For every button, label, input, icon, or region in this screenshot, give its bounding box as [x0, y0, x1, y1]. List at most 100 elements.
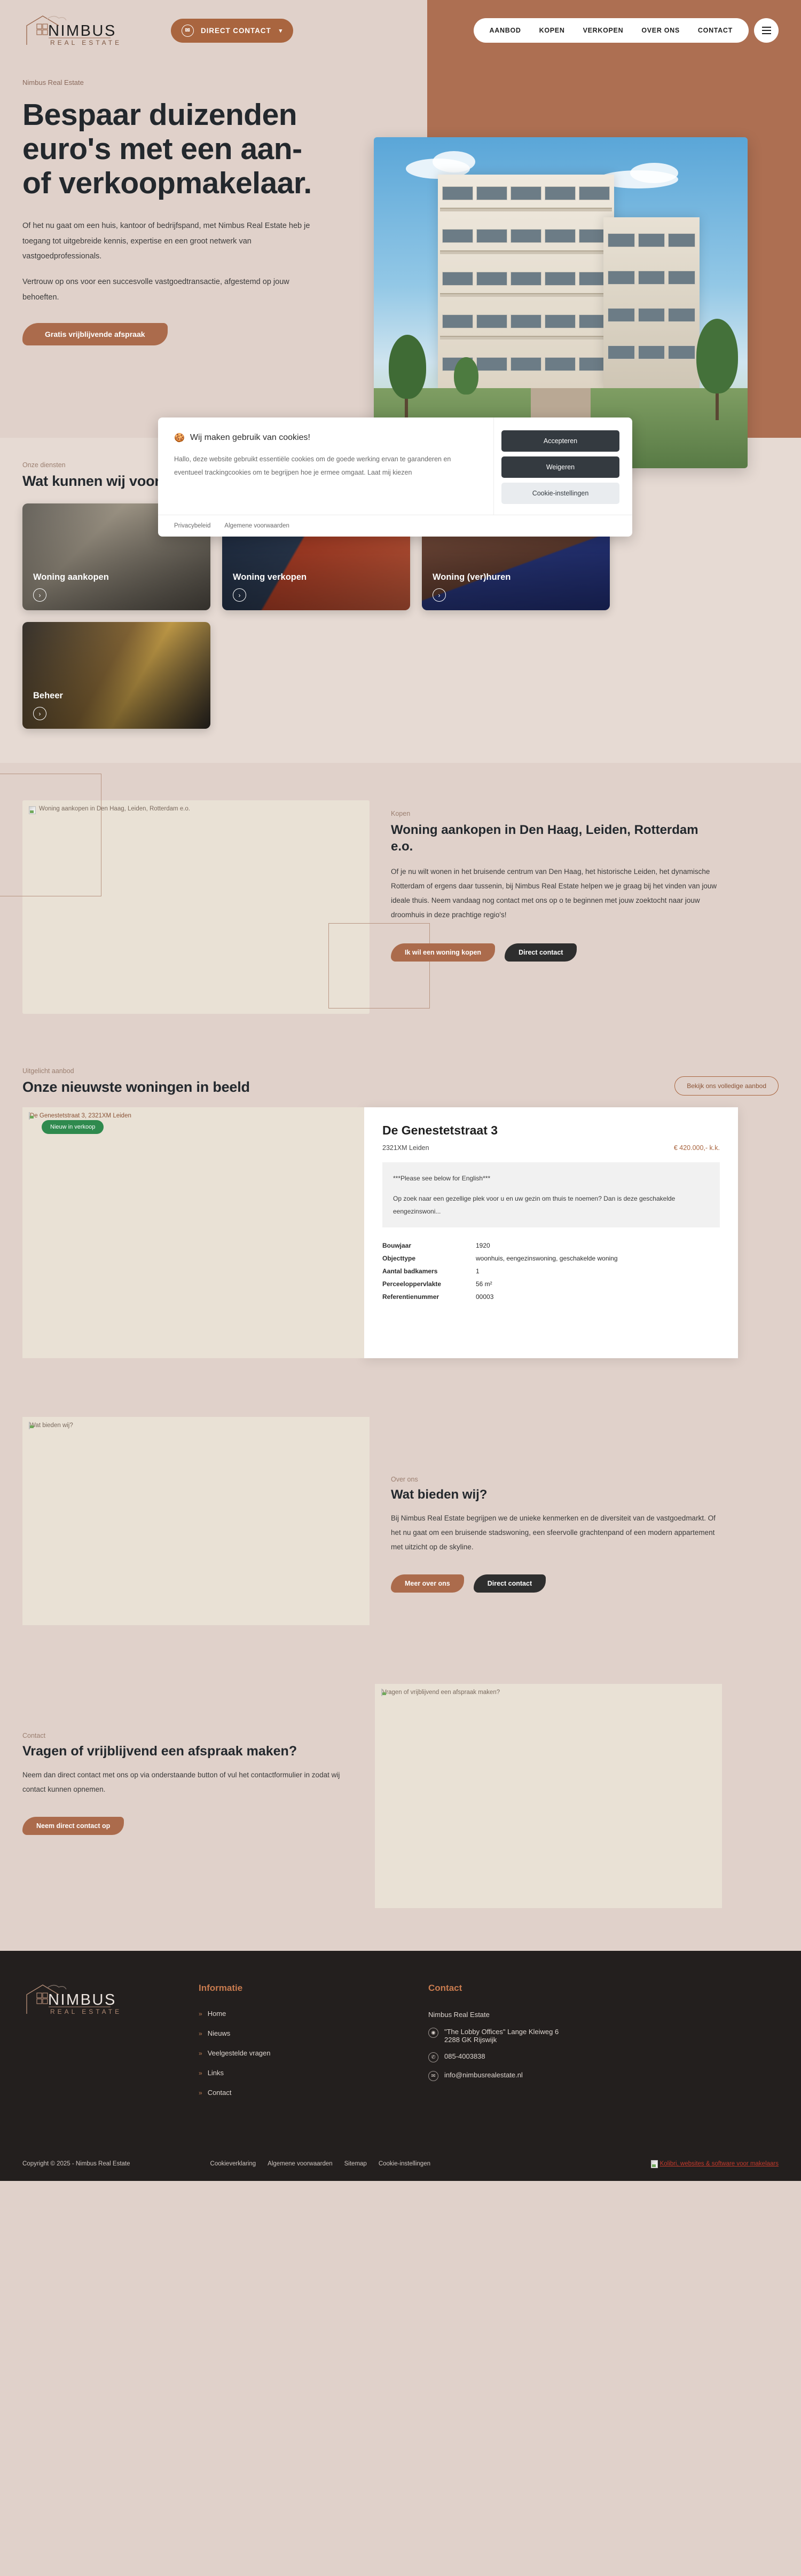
footer-contact-heading: Contact — [428, 1983, 462, 1993]
listing-detail-card[interactable]: De Genestetstraat 3 2321XM Leiden € 420.… — [364, 1107, 738, 1358]
footer-info-heading: Informatie — [199, 1983, 243, 1993]
footer-logo[interactable]: NIMBUS REAL ESTATE — [22, 1983, 199, 2108]
listing-title: De Genestetstraat 3 — [382, 1123, 498, 1137]
location-pin-icon: ◉ — [428, 2027, 438, 2038]
broken-image-icon — [29, 806, 36, 814]
footer-credit-link[interactable]: Kolibri, websites & software voor makela… — [660, 2161, 779, 2167]
spec-key: Objecttype — [382, 1255, 416, 1262]
kopen-copy: Kopen Woning aankopen in Den Haag, Leide… — [391, 800, 722, 1014]
spec-value: 56 m² — [476, 1280, 492, 1288]
decorative-rectangle-right — [328, 923, 430, 1009]
chevron-right-circle-icon: › — [233, 588, 246, 602]
cookie-accept-button[interactable]: Accepteren — [501, 430, 619, 452]
logo-mark: NIMBUS REAL ESTATE — [26, 15, 119, 46]
contact-cta-button[interactable]: Neem direct contact op — [22, 1817, 124, 1835]
kopen-eyebrow: Kopen — [391, 810, 411, 817]
chevron-down-icon: ▾ — [279, 27, 283, 34]
chevron-double-right-icon: » — [199, 2049, 202, 2057]
footer-email[interactable]: info@nimbusrealestate.nl — [444, 2071, 523, 2079]
footer-email-row[interactable]: ✉ info@nimbusrealestate.nl — [428, 2070, 658, 2081]
cookie-privacy-link[interactable]: Privacybeleid — [174, 523, 210, 529]
over-ons-secondary-button[interactable]: Direct contact — [473, 1574, 546, 1593]
hero-paragraph-2: Vertrouw op ons voor een succesvolle vas… — [22, 278, 289, 302]
service-card-label: Woning (ver)huren — [433, 572, 511, 582]
footer-address-line-1: "The Lobby Offices" Lange Kleiweg 6 — [444, 2027, 559, 2036]
footer-address-line-2: 2288 GK Rijswijk — [444, 2035, 497, 2044]
footer-link-contact[interactable]: » Contact — [199, 2089, 428, 2097]
direct-contact-button[interactable]: ✉ DIRECT CONTACT ▾ — [171, 18, 294, 43]
hero-eyebrow: Nimbus Real Estate — [22, 78, 84, 86]
contact-paragraph: Neem dan direct contact met ons op via o… — [22, 1771, 340, 1793]
table-row: Perceeloppervlakte 56 m² — [382, 1278, 720, 1290]
footer-company-name: Nimbus Real Estate — [428, 2011, 490, 2019]
kopen-primary-button[interactable]: Ik wil een woning kopen — [391, 943, 496, 962]
spec-value: woonhuis, eengezinswoning, geschakelde w… — [476, 1255, 618, 1262]
cookie-deny-button[interactable]: Weigeren — [501, 456, 619, 478]
listing-desc-line-2: Op zoek naar een gezellige plek voor u e… — [393, 1195, 676, 1215]
nav-item-verkopen[interactable]: VERKOPEN — [583, 27, 624, 34]
cookie-consent-dialog: 🍪 Wij maken gebruik van cookies! Hallo, … — [158, 417, 632, 537]
over-ons-primary-button[interactable]: Meer over ons — [391, 1574, 464, 1593]
nav-pill: AANBOD KOPEN VERKOPEN OVER ONS CONTACT — [473, 18, 749, 43]
footer-bottom-link-algemene-voorwaarden[interactable]: Algemene voorwaarden — [268, 2161, 332, 2167]
chevron-double-right-icon: » — [199, 2029, 202, 2037]
broken-image-icon — [381, 1689, 382, 1696]
decorative-rectangle-left — [0, 774, 101, 896]
service-card-label: Beheer — [33, 691, 63, 700]
mail-icon: ✉ — [428, 2070, 438, 2081]
over-ons-eyebrow: Over ons — [391, 1476, 418, 1483]
over-ons-image-placeholder: Wat bieden wij? — [22, 1417, 370, 1625]
hero-title: Bespaar duizenden euro's met een aan- of… — [22, 98, 312, 200]
chevron-double-right-icon: » — [199, 2089, 202, 2097]
footer-bottom-link-cookieverklaring[interactable]: Cookieverklaring — [210, 2161, 256, 2167]
kopen-secondary-button[interactable]: Direct contact — [505, 943, 577, 962]
spec-value: 1920 — [476, 1242, 490, 1249]
service-card-beheer[interactable]: Beheer › — [22, 622, 210, 729]
listing-desc-line-1: ***Please see below for English*** — [393, 1175, 491, 1182]
hero-section: NIMBUS REAL ESTATE ✉ DIRECT CONTACT ▾ AA… — [0, 0, 801, 537]
over-ons-copy: Over ons Wat bieden wij? Bij Nimbus Real… — [391, 1417, 722, 1625]
contact-title: Vragen of vrijblijvend een afspraak make… — [22, 1744, 297, 1759]
aanbod-section: Uitgelicht aanbod Onze nieuwste woningen… — [0, 1046, 801, 1396]
over-ons-title: Wat bieden wij? — [391, 1487, 488, 1502]
spec-value: 1 — [476, 1267, 480, 1275]
footer-credit[interactable]: Kolibri, websites & software voor makela… — [650, 2160, 779, 2168]
nav-item-contact[interactable]: CONTACT — [698, 27, 733, 34]
footer-bottom-bar: Copyright © 2025 - Nimbus Real Estate Co… — [22, 2146, 779, 2181]
over-ons-section: Wat bieden wij? Over ons Wat bieden wij?… — [0, 1396, 801, 1663]
nav-item-aanbod[interactable]: AANBOD — [490, 27, 521, 34]
direct-contact-label: DIRECT CONTACT — [201, 26, 271, 35]
cookie-settings-button[interactable]: Cookie-instellingen — [501, 483, 619, 504]
footer-link-nieuws[interactable]: » Nieuws — [199, 2029, 428, 2037]
aanbod-title: Onze nieuwste woningen in beeld — [22, 1079, 250, 1095]
footer-link-home[interactable]: » Home — [199, 2010, 428, 2018]
spec-key: Referentienummer — [382, 1293, 439, 1301]
spec-key: Perceeloppervlakte — [382, 1280, 442, 1288]
cookie-title: Wij maken gebruik van cookies! — [190, 433, 310, 442]
chevron-double-right-icon: » — [199, 2010, 202, 2018]
footer-link-links[interactable]: » Links — [199, 2069, 428, 2077]
footer-info-column: Informatie » Home » Nieuws » Veelgesteld… — [199, 1983, 428, 2108]
mail-icon: ✉ — [182, 24, 194, 37]
footer-bottom-link-cookie-instellingen[interactable]: Cookie-instellingen — [379, 2161, 430, 2167]
logo[interactable]: NIMBUS REAL ESTATE — [22, 14, 156, 47]
hero-cta-button[interactable]: Gratis vrijblijvende afspraak — [22, 322, 168, 345]
hamburger-menu-icon[interactable] — [754, 18, 779, 43]
footer-phone[interactable]: 085-4003838 — [444, 2052, 485, 2060]
nav-item-over-ons[interactable]: OVER ONS — [641, 27, 680, 34]
footer-contact-column: Contact Nimbus Real Estate ◉ "The Lobby … — [428, 1983, 658, 2108]
over-ons-image-alt: Wat bieden wij? — [30, 1422, 73, 1429]
cookie-terms-link[interactable]: Algemene voorwaarden — [224, 523, 289, 529]
kopen-section: Woning aankopen in Den Haag, Leiden, Rot… — [0, 763, 801, 1046]
cookie-title-row: 🍪 Wij maken gebruik van cookies! — [174, 432, 477, 443]
footer-bottom-link-sitemap[interactable]: Sitemap — [344, 2161, 367, 2167]
listing-row: Nieuw in verkoop De Genestetstraat 3, 23… — [22, 1107, 779, 1358]
kopen-paragraph: Of je nu wilt wonen in het bruisende cen… — [391, 868, 717, 919]
chevron-right-circle-icon: › — [433, 588, 446, 602]
nav-item-kopen[interactable]: KOPEN — [539, 27, 565, 34]
broken-image-icon — [650, 2160, 658, 2168]
view-all-listings-button[interactable]: Bekijk ons volledige aanbod — [674, 1076, 779, 1096]
contact-eyebrow: Contact — [22, 1732, 46, 1739]
footer-link-veelgestelde-vragen[interactable]: » Veelgestelde vragen — [199, 2049, 428, 2057]
footer-phone-row[interactable]: ✆ 085-4003838 — [428, 2052, 658, 2062]
